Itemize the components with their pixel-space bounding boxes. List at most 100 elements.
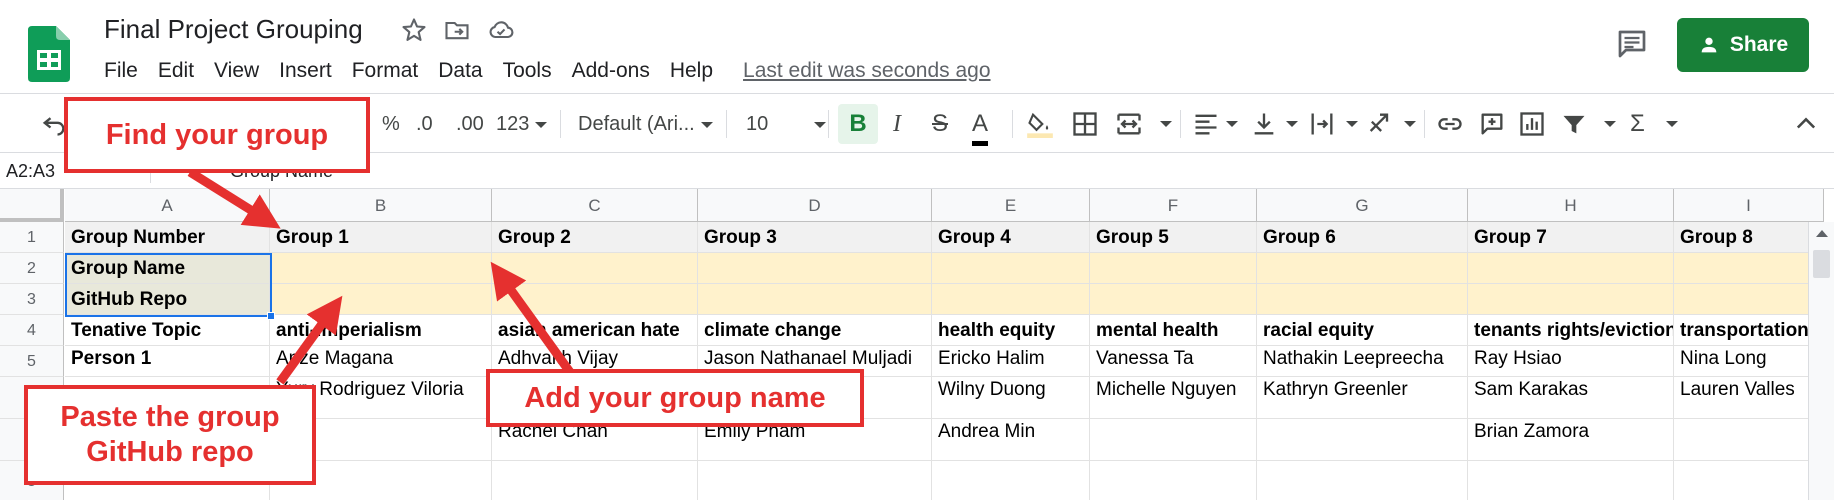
insert-comment-icon[interactable] xyxy=(1478,110,1506,138)
cell-g6[interactable]: Kathryn Greenler xyxy=(1257,377,1468,419)
row-header-2[interactable]: 2 xyxy=(0,253,64,284)
cell-d4[interactable]: climate change xyxy=(698,315,932,346)
menu-insert[interactable]: Insert xyxy=(269,56,342,86)
fill-handle[interactable] xyxy=(267,312,275,320)
functions-button[interactable]: Σ xyxy=(1630,94,1645,154)
cell-g8[interactable] xyxy=(1257,461,1468,500)
cell-h8[interactable] xyxy=(1468,461,1674,500)
cell-i3[interactable] xyxy=(1674,284,1824,315)
font-size-select[interactable]: 10 xyxy=(746,94,827,154)
row-header-3[interactable]: 3 xyxy=(0,284,64,315)
chevron-down-icon[interactable] xyxy=(1404,121,1416,127)
cell-f7[interactable] xyxy=(1090,419,1257,461)
cell-h2[interactable] xyxy=(1468,253,1674,284)
bold-button[interactable]: B xyxy=(838,104,878,144)
cell-i7[interactable] xyxy=(1674,419,1824,461)
chevron-down-icon[interactable] xyxy=(1604,121,1616,127)
cell-i1[interactable]: Group 8 xyxy=(1674,222,1824,253)
filter-icon[interactable] xyxy=(1560,110,1588,138)
row-header-4[interactable]: 4 xyxy=(0,315,64,346)
cell-i2[interactable] xyxy=(1674,253,1824,284)
align-left-icon[interactable] xyxy=(1192,110,1220,138)
italic-button[interactable]: I xyxy=(893,94,901,154)
cell-a1[interactable]: Group Number xyxy=(65,222,270,253)
chevron-down-icon[interactable] xyxy=(1286,121,1298,127)
cell-f2[interactable] xyxy=(1090,253,1257,284)
share-button[interactable]: Share xyxy=(1677,18,1809,72)
move-to-folder-icon[interactable] xyxy=(443,16,471,44)
cell-a4[interactable]: Tenative Topic xyxy=(65,315,270,346)
cell-h1[interactable]: Group 7 xyxy=(1468,222,1674,253)
menu-format[interactable]: Format xyxy=(342,56,429,86)
cell-i5[interactable]: Nina Long xyxy=(1674,346,1824,377)
collapse-toolbar-icon[interactable] xyxy=(1792,110,1820,138)
menu-tools[interactable]: Tools xyxy=(493,56,562,86)
cell-b5[interactable]: Anze Magana xyxy=(270,346,492,377)
chevron-down-icon[interactable] xyxy=(1160,121,1172,127)
format-percent-button[interactable]: % xyxy=(382,94,400,154)
cell-e1[interactable]: Group 4 xyxy=(932,222,1090,253)
increase-decimal-button[interactable]: .00 xyxy=(456,94,484,154)
insert-link-icon[interactable] xyxy=(1436,110,1464,138)
row-header-5[interactable]: 5 xyxy=(0,346,64,377)
cell-b4[interactable]: anti-imperialism xyxy=(270,315,492,346)
column-header-d[interactable]: D xyxy=(698,189,932,222)
cell-i6[interactable]: Lauren Valles xyxy=(1674,377,1824,419)
more-formats-button[interactable]: 123 xyxy=(496,94,548,154)
text-rotation-icon[interactable] xyxy=(1366,110,1394,138)
insert-chart-icon[interactable] xyxy=(1518,110,1546,138)
cell-d1[interactable]: Group 3 xyxy=(698,222,932,253)
cell-c4[interactable]: asian american hate xyxy=(492,315,698,346)
fill-color-icon[interactable] xyxy=(1026,110,1054,138)
cell-g2[interactable] xyxy=(1257,253,1468,284)
column-header-g[interactable]: G xyxy=(1257,189,1468,222)
cell-d3[interactable] xyxy=(698,284,932,315)
cell-g3[interactable] xyxy=(1257,284,1468,315)
column-header-e[interactable]: E xyxy=(932,189,1090,222)
vertical-align-icon[interactable] xyxy=(1250,110,1278,138)
cell-e3[interactable] xyxy=(932,284,1090,315)
column-header-c[interactable]: C xyxy=(492,189,698,222)
star-icon[interactable] xyxy=(400,16,428,44)
menu-file[interactable]: File xyxy=(104,56,148,86)
cell-c1[interactable]: Group 2 xyxy=(492,222,698,253)
cell-e4[interactable]: health equity xyxy=(932,315,1090,346)
column-header-a[interactable]: A xyxy=(65,189,270,222)
cell-f3[interactable] xyxy=(1090,284,1257,315)
cell-a2[interactable]: Group Name xyxy=(65,253,270,284)
cell-a3[interactable]: GitHub Repo xyxy=(65,284,270,315)
text-wrap-icon[interactable] xyxy=(1308,110,1336,138)
cell-h7[interactable]: Brian Zamora xyxy=(1468,419,1674,461)
cell-f5[interactable]: Vanessa Ta xyxy=(1090,346,1257,377)
cell-h3[interactable] xyxy=(1468,284,1674,315)
cell-e7[interactable]: Andrea Min xyxy=(932,419,1090,461)
name-box[interactable]: A2:A3 xyxy=(6,153,55,189)
cell-h6[interactable]: Sam Karakas xyxy=(1468,377,1674,419)
column-header-h[interactable]: H xyxy=(1468,189,1674,222)
strikethrough-button[interactable]: S xyxy=(932,94,948,154)
cell-f8[interactable] xyxy=(1090,461,1257,500)
chevron-down-icon[interactable] xyxy=(1666,121,1678,127)
vertical-scrollbar[interactable] xyxy=(1808,222,1834,500)
cell-e5[interactable]: Ericko Halim xyxy=(932,346,1090,377)
column-header-b[interactable]: B xyxy=(270,189,492,222)
cell-b2[interactable] xyxy=(270,253,492,284)
cell-b3[interactable] xyxy=(270,284,492,315)
cell-d8[interactable] xyxy=(698,461,932,500)
cell-c3[interactable] xyxy=(492,284,698,315)
cell-f6[interactable]: Michelle Nguyen xyxy=(1090,377,1257,419)
cell-d2[interactable] xyxy=(698,253,932,284)
cell-c2[interactable] xyxy=(492,253,698,284)
font-family-select[interactable]: Default (Ari... xyxy=(578,94,713,154)
borders-icon[interactable] xyxy=(1071,110,1099,138)
menu-help[interactable]: Help xyxy=(660,56,723,86)
cell-h5[interactable]: Ray Hsiao xyxy=(1468,346,1674,377)
decrease-decimal-button[interactable]: .0 xyxy=(416,94,433,154)
menu-add-ons[interactable]: Add-ons xyxy=(562,56,660,86)
cell-g4[interactable]: racial equity xyxy=(1257,315,1468,346)
cloud-saved-icon[interactable] xyxy=(487,16,515,44)
menu-view[interactable]: View xyxy=(204,56,269,86)
chevron-down-icon[interactable] xyxy=(1346,121,1358,127)
cell-g1[interactable]: Group 6 xyxy=(1257,222,1468,253)
cell-i8[interactable] xyxy=(1674,461,1824,500)
